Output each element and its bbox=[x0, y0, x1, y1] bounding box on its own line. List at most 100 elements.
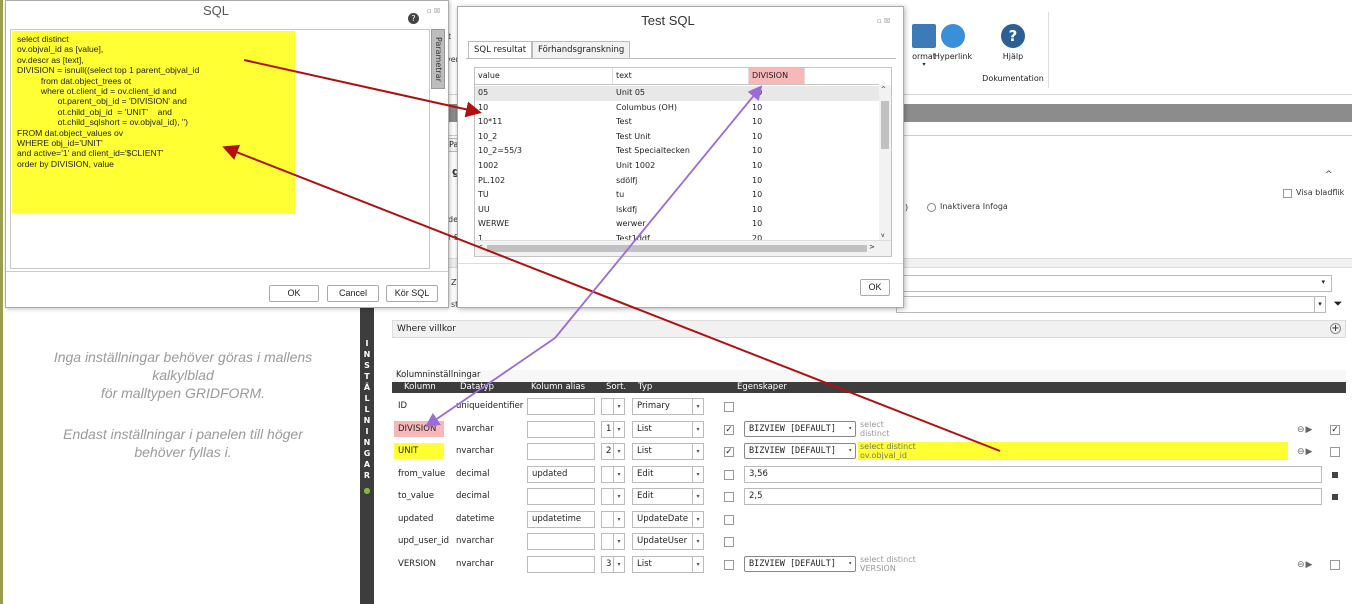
alias-input[interactable]: updated bbox=[527, 465, 595, 483]
property-checkbox[interactable] bbox=[724, 402, 734, 412]
typ-select[interactable]: List ▾ bbox=[632, 443, 704, 460]
result-row[interactable]: 10_2=55/3 Test Specialtecken 10 bbox=[475, 144, 879, 159]
typ-select[interactable]: Primary ▾ bbox=[632, 398, 704, 415]
result-row[interactable]: PL.102 sdölfj 10 bbox=[475, 174, 879, 189]
value-input[interactable]: 2,5 bbox=[744, 488, 1322, 505]
result-row[interactable]: 10_2 Test Unit 10 bbox=[475, 130, 879, 145]
question-icon[interactable]: ? bbox=[408, 13, 419, 24]
sort-select[interactable]: ▾ bbox=[601, 510, 625, 528]
value-input[interactable]: 3,56 bbox=[744, 465, 1322, 483]
row-checkbox[interactable] bbox=[1330, 559, 1340, 570]
visa-bladflik-checkbox[interactable] bbox=[1283, 189, 1292, 198]
property-checkbox[interactable]: ✓ bbox=[724, 447, 734, 457]
property-checkbox[interactable] bbox=[724, 537, 734, 547]
second-select[interactable] bbox=[896, 296, 1326, 313]
sql-preview[interactable]: select distinct ov.objval_id bbox=[858, 442, 1288, 460]
alias-input[interactable] bbox=[527, 443, 595, 460]
sort-select[interactable]: ▾ bbox=[601, 398, 625, 415]
property-checkbox[interactable] bbox=[724, 559, 734, 570]
sort-select[interactable]: ▾ bbox=[601, 465, 625, 483]
collapse-caret-icon[interactable]: ^ bbox=[1325, 170, 1333, 180]
col-value[interactable]: value bbox=[475, 68, 613, 84]
row-checkbox[interactable] bbox=[1330, 447, 1340, 457]
alias-input[interactable] bbox=[527, 488, 595, 505]
hscrollbar-thumb[interactable] bbox=[487, 245, 867, 252]
window-buttons[interactable]: ▫ ☒ bbox=[877, 17, 890, 25]
tab-forhandsgranskning[interactable]: Förhandsgranskning bbox=[532, 41, 631, 58]
vertical-tab-letter: L bbox=[364, 394, 370, 403]
col-text[interactable]: text bbox=[613, 68, 749, 84]
scroll-left-icon[interactable]: < bbox=[477, 243, 483, 251]
visa-bladflik-label: Visa bladflik bbox=[1296, 188, 1345, 197]
installningar-vertical-tab[interactable]: I N S T Ä L L N I N G A R ● bbox=[360, 304, 374, 604]
ok-button[interactable]: OK bbox=[269, 285, 319, 302]
bizview-select[interactable]: BIZVIEW [DEFAULT] ▾ bbox=[744, 420, 856, 437]
square-icon[interactable] bbox=[1332, 471, 1338, 478]
col-division[interactable]: DIVISION bbox=[749, 68, 805, 84]
row-action-icons[interactable]: ⊖▶ bbox=[1297, 447, 1313, 457]
sql-code-text[interactable]: select distinct ov.objval_id as [value],… bbox=[12, 31, 295, 213]
result-row[interactable]: 05 Unit 05 10 bbox=[475, 86, 879, 101]
scrollbar-thumb[interactable] bbox=[881, 101, 889, 149]
result-grid-header: value text DIVISION bbox=[475, 68, 879, 85]
square-icon[interactable] bbox=[1332, 494, 1338, 500]
property-checkbox[interactable] bbox=[724, 514, 734, 525]
result-grid[interactable]: value text DIVISION 05 Unit 05 10 10 Columbu… bbox=[474, 67, 892, 257]
row-action-icons[interactable]: ⊖▶ bbox=[1297, 425, 1313, 435]
chevron-down-icon: ▾ bbox=[922, 61, 926, 68]
cell-division: 10 bbox=[752, 190, 763, 200]
expand-icon[interactable]: + bbox=[1330, 323, 1341, 334]
typ-select[interactable]: UpdateDate ▾ bbox=[632, 510, 704, 528]
result-row[interactable]: WERWE werwer 10 bbox=[475, 217, 879, 232]
result-row[interactable]: TU tu 10 bbox=[475, 188, 879, 203]
test-ok-button[interactable]: OK bbox=[860, 279, 890, 296]
alias-input[interactable] bbox=[527, 398, 595, 415]
alias-input[interactable] bbox=[527, 420, 595, 438]
inaktivera-radio[interactable] bbox=[927, 203, 936, 212]
filter-icon[interactable]: ⏷ bbox=[1330, 296, 1346, 313]
parametrar-tab[interactable]: Parametrar bbox=[431, 29, 445, 89]
sql-preview[interactable]: select distinct bbox=[858, 420, 1288, 438]
scroll-down-icon[interactable]: v bbox=[881, 232, 885, 239]
typ-select[interactable]: Edit ▾ bbox=[632, 488, 704, 505]
sort-select[interactable]: 2 ▾ bbox=[601, 443, 625, 460]
sql-preview[interactable]: select distinct VERSION bbox=[858, 555, 1288, 573]
horizontal-scrollbar[interactable]: < > bbox=[475, 240, 891, 256]
bizview-select[interactable]: BIZVIEW [DEFAULT] ▾ bbox=[744, 443, 856, 459]
scroll-right-icon[interactable]: > bbox=[869, 243, 875, 251]
bizview-select[interactable]: BIZVIEW [DEFAULT] ▾ bbox=[744, 555, 856, 572]
typ-select[interactable]: List ▾ bbox=[632, 555, 704, 573]
sort-select[interactable]: 3 ▾ bbox=[601, 555, 625, 573]
alias-input[interactable] bbox=[527, 533, 595, 550]
hyperlink-button[interactable]: Hyperlink bbox=[933, 24, 973, 61]
tab-sql-resultat[interactable]: SQL resultat bbox=[468, 41, 533, 59]
cell-value: 10_2=55/3 bbox=[478, 146, 522, 156]
result-row[interactable]: UU lskdfj 10 bbox=[475, 203, 879, 218]
row-action-icons[interactable]: ⊖▶ bbox=[1297, 560, 1313, 570]
chevron-down-icon[interactable]: ▾ bbox=[1314, 296, 1326, 313]
alias-input[interactable] bbox=[527, 555, 595, 573]
result-row[interactable]: 10 Columbus (OH) 10 bbox=[475, 101, 879, 116]
sort-select[interactable]: ▾ bbox=[601, 488, 625, 505]
where-villkor-section[interactable]: Where villkor + bbox=[392, 320, 1346, 338]
property-checkbox[interactable] bbox=[724, 492, 734, 502]
typ-select[interactable]: List ▾ bbox=[632, 420, 704, 438]
help-button[interactable]: ? Hjälp bbox=[993, 24, 1033, 61]
typ-select[interactable]: Edit ▾ bbox=[632, 465, 704, 483]
sort-select[interactable]: ▾ bbox=[601, 533, 625, 550]
result-row[interactable]: 10*11 Test 10 bbox=[475, 115, 879, 130]
window-buttons[interactable]: ▫ ☒ bbox=[427, 7, 440, 15]
row-checkbox[interactable]: ✓ bbox=[1330, 424, 1340, 435]
sql-editor[interactable]: select distinct ov.objval_id as [value],… bbox=[10, 29, 430, 269]
result-row[interactable]: 1002 Unit 1002 10 bbox=[475, 159, 879, 174]
vertical-scrollbar[interactable]: ^ v bbox=[879, 85, 891, 240]
property-checkbox[interactable]: ✓ bbox=[724, 424, 734, 435]
run-sql-button[interactable]: Kör SQL bbox=[386, 285, 438, 302]
typ-select[interactable]: UpdateUser ▾ bbox=[632, 533, 704, 550]
scroll-up-icon[interactable]: ^ bbox=[881, 86, 886, 93]
alias-input[interactable]: updatetime bbox=[527, 510, 595, 528]
sort-select[interactable]: 1 ▾ bbox=[601, 420, 625, 438]
property-checkbox[interactable] bbox=[724, 469, 734, 480]
top-select[interactable]: ▾ bbox=[896, 275, 1332, 292]
cancel-button[interactable]: Cancel bbox=[327, 285, 379, 302]
